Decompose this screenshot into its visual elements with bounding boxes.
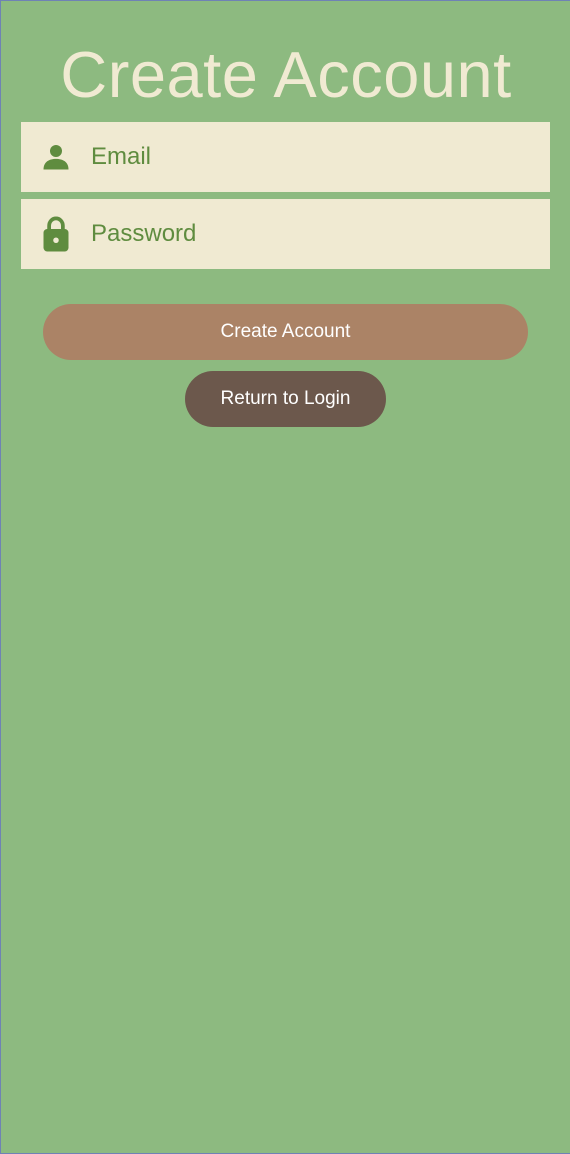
person-icon bbox=[40, 139, 72, 175]
password-placeholder: Password bbox=[91, 220, 197, 247]
password-field[interactable]: Password bbox=[21, 199, 550, 269]
page-title: Create Account bbox=[60, 38, 512, 111]
email-placeholder: Email bbox=[91, 143, 152, 170]
email-field[interactable]: Email bbox=[21, 122, 550, 192]
return-to-login-button[interactable]: Return to Login bbox=[185, 371, 386, 427]
lock-icon bbox=[40, 216, 72, 252]
create-account-button[interactable]: Create Account bbox=[43, 304, 528, 360]
